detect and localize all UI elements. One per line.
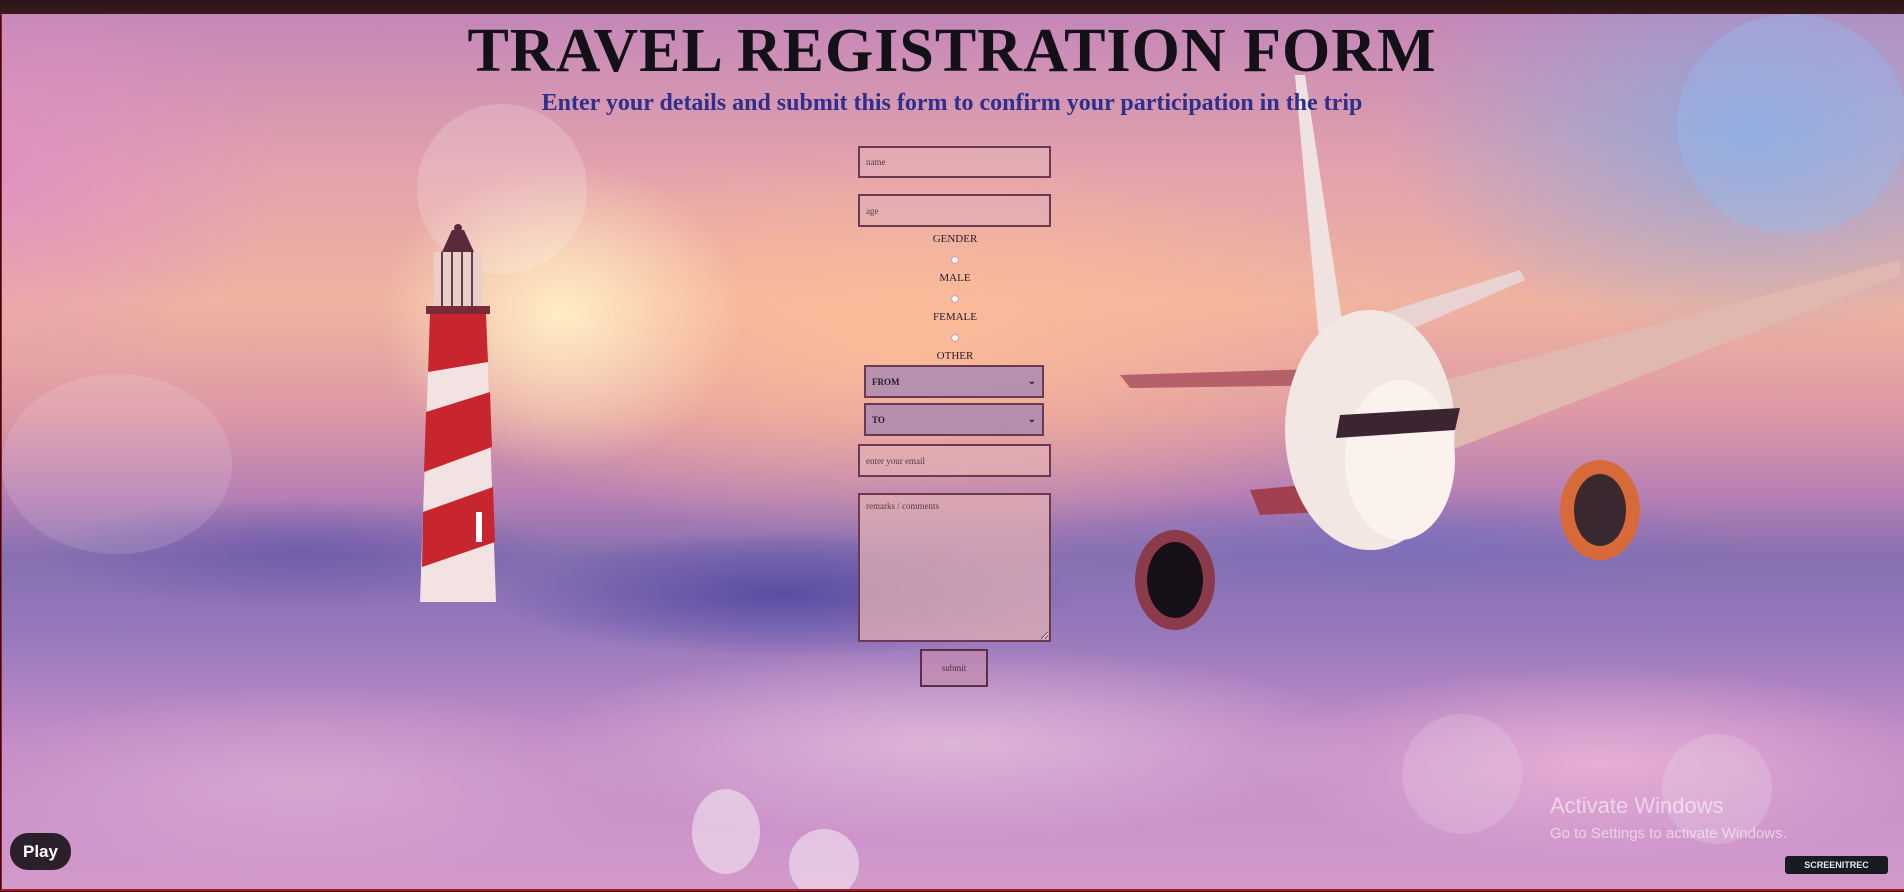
from-select[interactable]: FROM ⌄ xyxy=(864,365,1044,398)
activate-windows-title: Activate Windows xyxy=(1550,793,1724,818)
gender-label-male: MALE xyxy=(939,272,971,284)
remarks-textarea[interactable] xyxy=(858,493,1051,642)
email-input[interactable] xyxy=(858,444,1051,477)
chevron-down-icon: ⌄ xyxy=(1027,376,1036,387)
bokeh-circle xyxy=(692,789,760,874)
name-input[interactable] xyxy=(858,146,1051,178)
to-select-value: TO xyxy=(872,414,885,425)
to-select[interactable]: TO ⌄ xyxy=(864,403,1044,436)
page-title: TRAVEL REGISTRATION FORM xyxy=(467,17,1437,85)
activate-windows-notice: Activate Windows Go to Settings to activ… xyxy=(1550,793,1787,842)
page-subtitle: Enter your details and submit this form … xyxy=(541,90,1363,116)
recorder-watermark: SCREENITREC xyxy=(1785,856,1888,874)
age-input[interactable] xyxy=(858,194,1051,227)
chevron-down-icon: ⌄ xyxy=(1027,414,1036,425)
bokeh-circle xyxy=(789,829,859,889)
submit-button[interactable]: submit xyxy=(920,649,988,687)
lighthouse-illustration xyxy=(420,224,496,602)
gender-label-other: OTHER xyxy=(936,350,974,362)
from-select-value: FROM xyxy=(872,376,900,387)
bokeh-circle xyxy=(1402,714,1522,834)
bokeh-circle xyxy=(2,374,232,554)
gender-heading: GENDER xyxy=(932,233,978,245)
gender-radio-other[interactable] xyxy=(951,334,959,342)
activate-windows-subtitle: Go to Settings to activate Windows. xyxy=(1550,825,1787,842)
gender-radio-female[interactable] xyxy=(951,295,959,303)
airplane-illustration xyxy=(1120,75,1900,630)
play-button[interactable]: Play xyxy=(10,833,71,870)
gender-radio-male[interactable] xyxy=(951,256,959,264)
gender-label-female: FEMALE xyxy=(933,311,977,323)
